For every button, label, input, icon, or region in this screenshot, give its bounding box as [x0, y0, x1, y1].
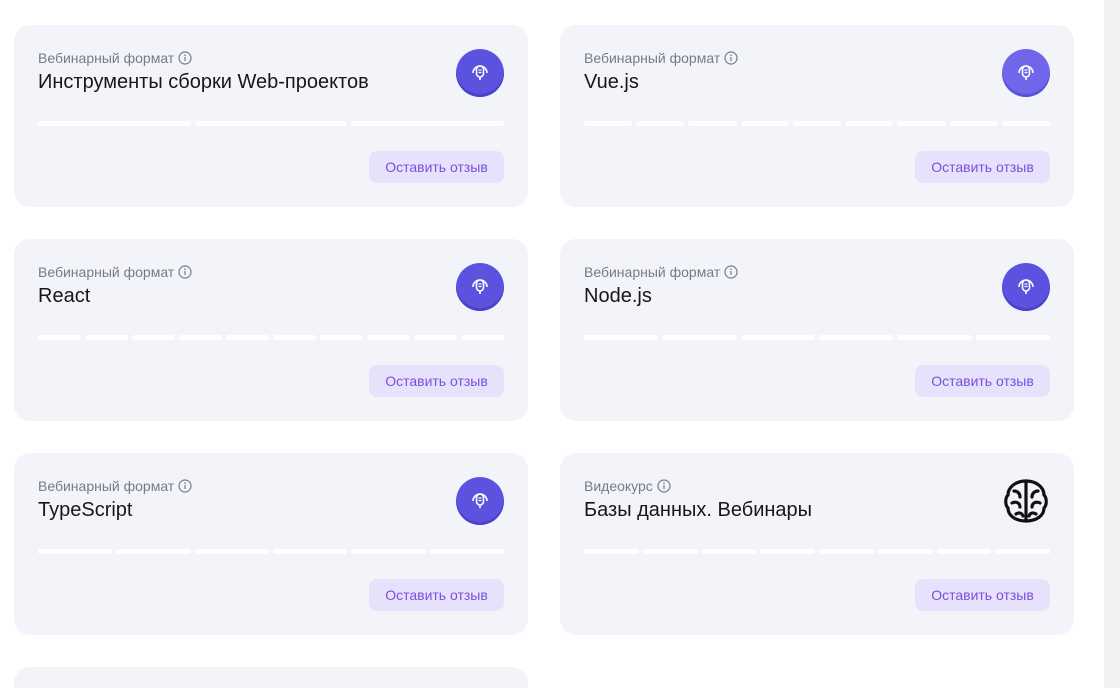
progress-segment — [636, 121, 685, 126]
progress-segment — [819, 549, 874, 554]
progress-segment — [226, 335, 269, 340]
course-format-label: Вебинарный формат — [584, 50, 721, 66]
info-icon[interactable] — [178, 265, 192, 279]
course-card: Вебинарный формат Vue.js Оставить отзыв — [560, 25, 1074, 207]
leave-review-button[interactable]: Оставить отзыв — [369, 151, 504, 183]
leave-review-button[interactable]: Оставить отзыв — [915, 579, 1050, 611]
progress-bar — [38, 549, 504, 554]
course-format: Вебинарный формат — [584, 50, 738, 66]
course-title: Базы данных. Вебинары — [584, 499, 813, 521]
course-card: Вебинарный формат Node.js Оставить отзыв — [560, 239, 1074, 421]
leave-review-button[interactable]: Оставить отзыв — [915, 151, 1050, 183]
progress-segment — [85, 335, 128, 340]
progress-segment — [351, 549, 426, 554]
webinar-mic-icon — [456, 477, 504, 525]
course-card: Вебинарный формат React Оставить отзыв — [14, 239, 528, 421]
course-format-label: Вебинарный формат — [38, 264, 175, 280]
progress-segment — [38, 121, 191, 126]
progress-segment — [845, 121, 894, 126]
progress-segment — [194, 121, 348, 126]
course-format-label: Вебинарный формат — [38, 478, 175, 494]
progress-bar — [38, 335, 504, 340]
leave-review-button[interactable]: Оставить отзыв — [915, 365, 1050, 397]
progress-segment — [179, 335, 222, 340]
webinar-mic-icon — [456, 263, 504, 311]
info-icon[interactable] — [178, 51, 192, 65]
progress-segment — [584, 335, 659, 340]
progress-segment — [414, 335, 457, 340]
progress-segment — [132, 335, 175, 340]
progress-segment — [662, 335, 737, 340]
progress-segment — [818, 335, 894, 340]
progress-bar — [584, 335, 1050, 340]
progress-segment — [273, 335, 316, 340]
progress-segment — [688, 121, 737, 126]
course-format: Видеокурс — [584, 478, 671, 494]
progress-segment — [936, 549, 992, 554]
course-format-label: Видеокурс — [584, 478, 653, 494]
progress-segment — [272, 549, 348, 554]
info-icon[interactable] — [724, 51, 738, 65]
progress-segment — [1001, 121, 1050, 126]
leave-review-button[interactable]: Оставить отзыв — [369, 365, 504, 397]
progress-bar — [38, 121, 505, 126]
progress-segment — [792, 121, 842, 126]
progress-segment — [642, 549, 698, 554]
course-format: Вебинарный формат — [38, 264, 192, 280]
course-card: Вебинарный формат Инструменты сборки Web… — [14, 25, 528, 207]
progress-segment — [461, 335, 504, 340]
course-title: Vue.js — [584, 71, 639, 93]
progress-segment — [320, 335, 363, 340]
info-icon[interactable] — [724, 265, 738, 279]
course-card-partial — [14, 667, 528, 688]
webinar-mic-icon — [1002, 49, 1050, 97]
progress-segment — [740, 121, 789, 126]
course-format: Вебинарный формат — [38, 478, 192, 494]
course-title: Инструменты сборки Web-проектов — [38, 71, 369, 93]
progress-segment — [701, 549, 757, 554]
progress-segment — [897, 121, 946, 126]
course-title: TypeScript — [38, 499, 133, 521]
progress-segment — [351, 121, 505, 126]
progress-bar — [584, 549, 1050, 554]
progress-segment — [367, 335, 410, 340]
course-title: React — [38, 285, 91, 307]
course-format-label: Вебинарный формат — [584, 264, 721, 280]
progress-segment — [760, 549, 815, 554]
progress-segment — [584, 121, 633, 126]
progress-segment — [975, 335, 1050, 340]
progress-segment — [429, 549, 504, 554]
scrollbar[interactable] — [1104, 0, 1120, 688]
course-card: Вебинарный формат TypeScript Оставить от… — [14, 453, 528, 635]
info-icon[interactable] — [178, 479, 192, 493]
webinar-mic-icon — [456, 49, 504, 97]
course-review-page: Вебинарный формат Инструменты сборки Web… — [0, 0, 1120, 688]
webinar-mic-icon — [1002, 263, 1050, 311]
course-format: Вебинарный формат — [584, 264, 738, 280]
progress-segment — [194, 549, 269, 554]
progress-segment — [949, 121, 998, 126]
progress-segment — [877, 549, 933, 554]
brain-icon — [1002, 477, 1050, 525]
progress-segment — [897, 335, 972, 340]
course-format: Вебинарный формат — [38, 50, 192, 66]
progress-segment — [740, 335, 815, 340]
course-title: Node.js — [584, 285, 652, 307]
progress-segment — [38, 549, 113, 554]
progress-bar — [584, 121, 1050, 126]
info-icon[interactable] — [657, 479, 671, 493]
course-format-label: Вебинарный формат — [38, 50, 175, 66]
leave-review-button[interactable]: Оставить отзыв — [369, 579, 504, 611]
progress-segment — [116, 549, 191, 554]
progress-segment — [584, 549, 639, 554]
progress-segment — [995, 549, 1050, 554]
progress-segment — [38, 335, 81, 340]
course-card: Видеокурс Базы данных. Вебинары Оставить… — [560, 453, 1074, 635]
